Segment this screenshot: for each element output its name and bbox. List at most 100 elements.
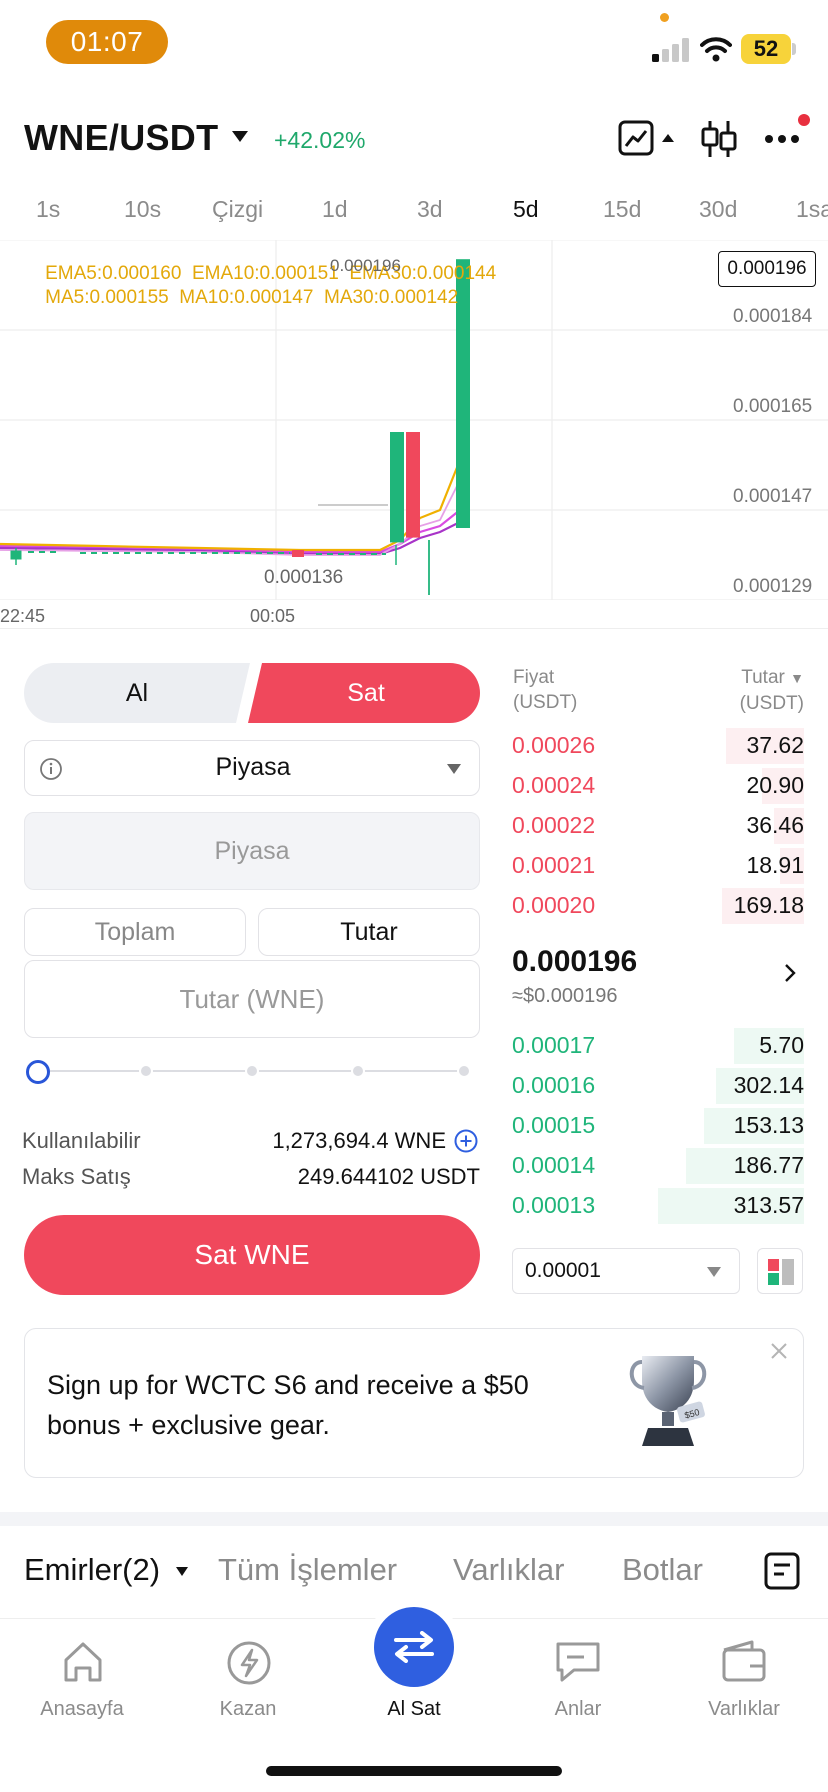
battery-indicator: 52 — [741, 34, 791, 64]
amount-tab[interactable]: Tutar — [258, 908, 480, 956]
chevron-down-icon[interactable] — [176, 1567, 188, 1576]
ob-price-header: Fiyat (USDT) — [513, 665, 577, 715]
ask-amount: 18.91 — [746, 852, 804, 878]
interval-tab[interactable]: 5d — [513, 196, 539, 223]
bid-row[interactable]: 0.00015 153.13 — [512, 1108, 804, 1152]
ask-row[interactable]: 0.00020 169.18 — [512, 888, 804, 932]
ob-price-title: Fiyat — [513, 667, 555, 688]
wallet-icon[interactable] — [720, 1640, 768, 1684]
last-price-usd: ≈$0.000196 — [512, 985, 618, 1007]
order-type-value: Piyasa — [215, 753, 291, 781]
nav-earn[interactable]: Kazan — [188, 1698, 308, 1721]
y-tick: 0.000165 — [733, 396, 813, 417]
home-icon[interactable] — [62, 1640, 104, 1684]
slider-step[interactable] — [457, 1064, 471, 1078]
bid-price: 0.00015 — [512, 1112, 596, 1138]
nav-assets[interactable]: Varlıklar — [684, 1698, 804, 1721]
interval-tab[interactable]: 1d — [322, 196, 348, 223]
ask-amount: 37.62 — [746, 732, 804, 758]
book-layout-button[interactable] — [757, 1248, 803, 1294]
bid-price: 0.00016 — [512, 1072, 596, 1098]
chevron-right-icon[interactable] — [783, 962, 797, 984]
ask-row[interactable]: 0.00021 18.91 — [512, 848, 804, 892]
max-sell-value: 249.644102 USDT — [297, 1164, 480, 1189]
tab-bots[interactable]: Botlar — [622, 1552, 703, 1588]
sell-tab[interactable]: Sat — [252, 663, 480, 723]
sell-button[interactable]: Sat WNE — [24, 1215, 480, 1295]
ask-price: 0.00026 — [512, 732, 596, 758]
ob-amount-title: Tutar — [741, 667, 785, 688]
promo-text: Sign up for WCTC S6 and receive a $50 bo… — [47, 1370, 529, 1440]
bid-amount: 302.14 — [733, 1072, 804, 1098]
slider-handle[interactable] — [26, 1060, 50, 1084]
tab-assets[interactable]: Varlıklar — [453, 1552, 564, 1588]
bid-row[interactable]: 0.00017 5.70 — [512, 1028, 804, 1072]
ob-amount-header[interactable]: Tutar ▼ (USDT) — [690, 665, 804, 716]
interval-tab[interactable]: 10s — [124, 196, 161, 223]
candle-settings-icon[interactable] — [700, 119, 738, 159]
max-sell-label: Maks Satış — [22, 1164, 131, 1189]
last-price-tag: 0.000196 — [718, 251, 816, 287]
ask-price: 0.00021 — [512, 852, 596, 878]
nav-moments[interactable]: Anlar — [518, 1698, 638, 1721]
more-icon[interactable] — [764, 134, 802, 144]
chart-divider — [0, 628, 828, 629]
bid-row[interactable]: 0.00016 302.14 — [512, 1068, 804, 1112]
buy-tab[interactable]: Al — [24, 663, 250, 723]
trade-fab[interactable] — [374, 1607, 454, 1687]
quantity-input[interactable]: Tutar (WNE) — [24, 960, 480, 1038]
y-tick: 0.000129 — [733, 576, 813, 597]
price-input[interactable]: Piyasa — [24, 812, 480, 890]
ob-price-unit: (USDT) — [513, 692, 578, 713]
pair-selector[interactable]: WNE/USDT — [24, 117, 218, 159]
candle — [390, 432, 404, 543]
chart-type-icon[interactable] — [618, 120, 678, 156]
bid-price: 0.00014 — [512, 1152, 596, 1178]
order-type-select[interactable]: Piyasa — [24, 740, 480, 796]
swap-icon — [394, 1631, 434, 1663]
notification-dot — [798, 114, 810, 126]
slider-step[interactable] — [139, 1064, 153, 1078]
low-marker: 0.000136 — [264, 567, 344, 588]
ask-amount: 36.46 — [746, 812, 804, 838]
ask-row[interactable]: 0.00022 36.46 — [512, 808, 804, 852]
add-funds-icon[interactable] — [453, 1128, 479, 1154]
bid-amount: 5.70 — [759, 1032, 804, 1058]
x-tick: 22:45 — [0, 606, 46, 626]
bid-row[interactable]: 0.00014 186.77 — [512, 1148, 804, 1192]
ask-row[interactable]: 0.00026 37.62 — [512, 728, 804, 772]
interval-tab[interactable]: 1sa — [796, 196, 828, 223]
moments-icon[interactable] — [554, 1640, 602, 1684]
tab-orders[interactable]: Emirler(2) — [24, 1552, 160, 1588]
ask-amount: 169.18 — [733, 892, 804, 918]
nav-home[interactable]: Anasayfa — [22, 1698, 142, 1721]
order-history-icon[interactable] — [764, 1552, 800, 1590]
privacy-indicator — [660, 13, 669, 22]
ask-row[interactable]: 0.00024 20.90 — [512, 768, 804, 812]
available-label: Kullanılabilir — [22, 1128, 141, 1153]
trophy-icon: $50 — [629, 1356, 707, 1446]
x-tick: 00:05 — [250, 606, 296, 626]
last-price: 0.000196 — [512, 945, 638, 978]
interval-tab[interactable]: 3d — [417, 196, 443, 223]
interval-tabs: 1s 10s Çizgi 1d 3d 5d 15d 30d 1sa — [0, 196, 828, 236]
interval-tab[interactable]: 1s — [36, 196, 60, 223]
chevron-down-icon — [447, 764, 461, 774]
ask-price: 0.00020 — [512, 892, 596, 918]
price-change: +42.02% — [274, 127, 366, 153]
chevron-down-icon: ▼ — [790, 670, 804, 686]
chevron-down-icon[interactable] — [232, 131, 248, 142]
earn-icon[interactable] — [226, 1640, 272, 1686]
bid-row[interactable]: 0.00013 313.57 — [512, 1188, 804, 1232]
slider-step[interactable] — [351, 1064, 365, 1078]
precision-select[interactable]: 0.00001 — [512, 1248, 740, 1294]
slider-step[interactable] — [245, 1064, 259, 1078]
interval-tab[interactable]: 30d — [699, 196, 737, 223]
total-tab[interactable]: Toplam — [24, 908, 246, 956]
nav-trade[interactable]: Al Sat — [354, 1698, 474, 1721]
close-icon[interactable] — [770, 1342, 788, 1360]
interval-tab[interactable]: 15d — [603, 196, 641, 223]
y-tick: 0.000184 — [733, 306, 813, 327]
tab-all-trades[interactable]: Tüm İşlemler — [218, 1552, 397, 1588]
interval-tab[interactable]: Çizgi — [212, 196, 263, 223]
